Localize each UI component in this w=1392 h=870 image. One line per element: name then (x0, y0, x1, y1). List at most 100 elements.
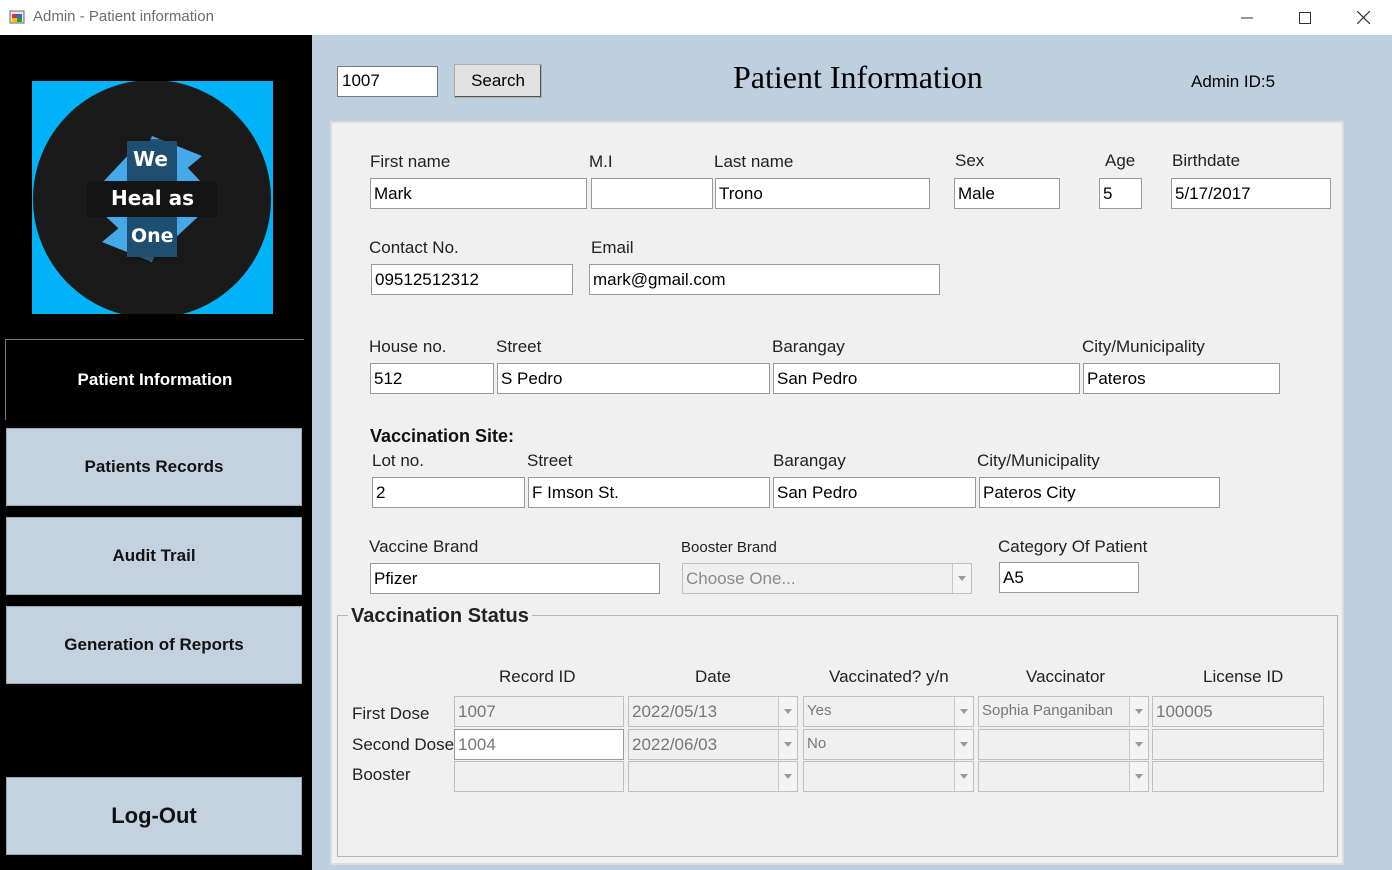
booster-brand-label: Booster Brand (681, 539, 777, 556)
site-city-label: City/Municipality (977, 451, 1100, 470)
maximize-button[interactable] (1276, 0, 1334, 35)
first-dose-date-value: 2022/05/13 (632, 702, 718, 721)
site-barangay-field[interactable]: San Pedro (773, 477, 976, 508)
age-field[interactable]: 5 (1099, 178, 1142, 209)
logout-button[interactable]: Log-Out (6, 777, 302, 855)
close-icon (1356, 11, 1370, 24)
column-vaccinator: Vaccinator (1026, 667, 1106, 686)
chevron-down-icon (952, 564, 971, 593)
site-street-field[interactable]: F Imson St. (528, 477, 770, 508)
sidebar-item-generation-of-reports[interactable]: Generation of Reports (6, 606, 302, 684)
last-name-field[interactable]: Trono (715, 178, 930, 209)
chevron-down-icon (778, 762, 797, 791)
search-input[interactable]: 1007 (337, 66, 438, 97)
logo-text-one: One (131, 225, 174, 247)
first-dose-label: First Dose (352, 704, 430, 723)
chevron-down-icon (954, 730, 973, 759)
lot-no-label: Lot no. (372, 451, 424, 470)
logo-text-we: We (133, 147, 168, 171)
first-dose-license-id[interactable]: 100005 (1152, 696, 1324, 727)
email-field[interactable]: mark@gmail.com (589, 264, 940, 295)
booster-record-id[interactable] (454, 761, 624, 792)
admin-id-label: Admin ID:5 (1191, 72, 1276, 91)
logo-text-heal: Heal as (111, 186, 195, 210)
chevron-down-icon (1129, 730, 1148, 759)
house-no-label: House no. (369, 337, 447, 356)
site-city-field[interactable]: Pateros City (979, 477, 1220, 508)
booster-brand-placeholder: Choose One... (686, 569, 796, 588)
vaccination-site-heading: Vaccination Site: (370, 426, 515, 446)
chevron-down-icon (954, 762, 973, 791)
contact-field[interactable]: 09512512312 (371, 264, 573, 295)
first-dose-vaccinated-value: Yes (807, 702, 832, 719)
email-label: Email (591, 238, 634, 257)
sex-label: Sex (955, 151, 985, 170)
first-dose-vaccinated-select[interactable]: Yes (803, 696, 974, 727)
chevron-down-icon (954, 697, 973, 726)
booster-license-id[interactable] (1152, 761, 1324, 792)
barangay-field[interactable]: San Pedro (773, 363, 1080, 394)
site-street-label: Street (527, 451, 573, 470)
second-dose-license-id[interactable] (1152, 729, 1324, 760)
search-button[interactable]: Search (454, 64, 542, 98)
first-dose-date-select[interactable]: 2022/05/13 (628, 696, 798, 727)
house-no-field[interactable]: 512 (370, 363, 494, 394)
second-dose-vaccinated-select[interactable]: No (803, 729, 974, 760)
street-label: Street (496, 337, 542, 356)
booster-vaccinator-select[interactable] (978, 761, 1149, 792)
booster-date-select[interactable] (628, 761, 798, 792)
sidebar-item-audit-trail[interactable]: Audit Trail (6, 517, 302, 595)
column-vaccinated: Vaccinated? y/n (829, 667, 949, 686)
birthdate-label: Birthdate (1172, 151, 1241, 170)
city-field[interactable]: Pateros (1083, 363, 1280, 394)
street-field[interactable]: S Pedro (497, 363, 770, 394)
second-dose-vaccinator-select[interactable] (978, 729, 1149, 760)
barangay-label: Barangay (772, 337, 845, 356)
first-dose-vaccinator-select[interactable]: Sophia Panganiban (978, 696, 1149, 727)
first-name-field[interactable]: Mark (370, 178, 587, 209)
booster-vaccinated-select[interactable] (803, 761, 974, 792)
second-dose-date-value: 2022/06/03 (632, 735, 718, 754)
sex-field[interactable]: Male (954, 178, 1060, 209)
booster-brand-select[interactable]: Choose One... (682, 563, 972, 594)
mi-field[interactable] (591, 178, 713, 209)
mi-label: M.I (589, 152, 613, 171)
age-label: Age (1105, 151, 1136, 170)
close-button[interactable] (1334, 0, 1392, 35)
chevron-down-icon (1129, 762, 1148, 791)
first-dose-vaccinator-value: Sophia Panganiban (982, 702, 1113, 719)
second-dose-label: Second Dose (352, 735, 455, 754)
vaccine-brand-label: Vaccine Brand (369, 537, 479, 556)
chevron-down-icon (1129, 697, 1148, 726)
second-dose-date-select[interactable]: 2022/06/03 (628, 729, 798, 760)
column-record-id: Record ID (499, 667, 576, 686)
birthdate-field[interactable]: 5/17/2017 (1171, 178, 1331, 209)
lot-no-field[interactable]: 2 (372, 477, 525, 508)
chevron-down-icon (778, 697, 797, 726)
first-name-label: First name (370, 152, 451, 171)
vaccine-brand-field[interactable]: Pfizer (370, 563, 660, 594)
category-field[interactable]: A5 (999, 562, 1139, 593)
site-barangay-label: Barangay (773, 451, 846, 470)
second-dose-record-id[interactable]: 1004 (454, 729, 624, 760)
column-date: Date (695, 667, 731, 686)
category-label: Category Of Patient (998, 537, 1148, 556)
logo: We Heal as One (32, 81, 273, 314)
second-dose-vaccinated-value: No (807, 735, 827, 752)
chevron-down-icon (778, 730, 797, 759)
maximize-icon (1299, 11, 1311, 24)
contact-label: Contact No. (369, 238, 459, 257)
last-name-label: Last name (714, 152, 794, 171)
column-license-id: License ID (1203, 667, 1284, 686)
window-title: Admin - Patient information (33, 8, 214, 25)
sidebar-item-patients-records[interactable]: Patients Records (6, 428, 302, 506)
page-title: Patient Information (733, 59, 983, 95)
minimize-icon (1241, 17, 1253, 18)
sidebar-item-patient-information[interactable]: Patient Information (5, 339, 304, 420)
booster-label: Booster (352, 765, 411, 784)
app-icon (9, 10, 25, 24)
city-label: City/Municipality (1082, 337, 1205, 356)
minimize-button[interactable] (1218, 0, 1276, 35)
first-dose-record-id[interactable]: 1007 (454, 696, 624, 727)
vaccination-status-title: Vaccination Status (348, 605, 532, 628)
